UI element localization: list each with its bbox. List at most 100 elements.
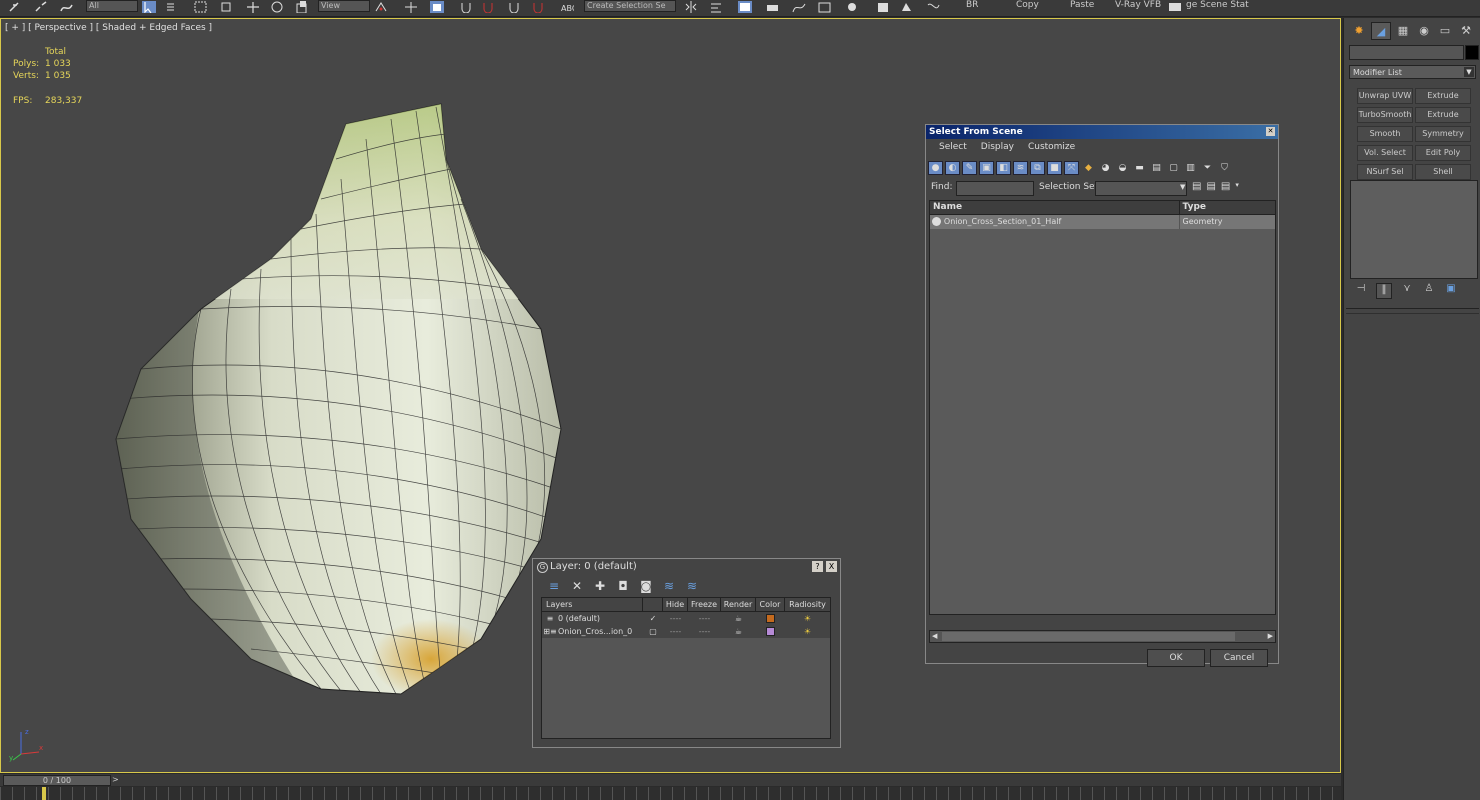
- render-production-icon[interactable]: [926, 1, 940, 13]
- freeze-toggle[interactable]: ----: [688, 625, 721, 638]
- modifier-button-shell[interactable]: Shell: [1415, 164, 1471, 180]
- select-manipulate-icon[interactable]: [404, 1, 418, 13]
- utilities-tab-icon[interactable]: ⚒: [1457, 22, 1475, 38]
- snap-toggle-icon[interactable]: [460, 1, 474, 13]
- menu-display[interactable]: Display: [981, 139, 1014, 156]
- display-spacewarps-icon[interactable]: ≋: [1013, 161, 1028, 175]
- scene-stats-button[interactable]: ge Scene Stat: [1186, 0, 1249, 11]
- display-tab-icon[interactable]: ▭: [1436, 22, 1454, 38]
- selection-set-dropdown-icon[interactable]: ▼: [1180, 181, 1188, 194]
- configure-sets-icon[interactable]: ▣: [1444, 283, 1458, 297]
- column-freeze[interactable]: Freeze: [688, 598, 721, 611]
- column-render[interactable]: Render: [721, 598, 756, 611]
- current-layer-check-icon[interactable]: ✓: [643, 612, 663, 625]
- layer-expand-icon[interactable]: ⊞≡: [542, 625, 558, 638]
- display-all-icon[interactable]: ▬: [1132, 161, 1147, 175]
- filter-icon[interactable]: ⏷: [1200, 161, 1215, 175]
- display-geometry-icon[interactable]: ●: [928, 161, 943, 175]
- select-in-layer-icon[interactable]: ◘: [616, 579, 630, 593]
- layer-row[interactable]: ⊞≡ Onion_Cros...ion_0 ▢ ---- ---- ☕ ☀: [542, 625, 830, 638]
- remove-modifier-icon[interactable]: ♙: [1422, 283, 1436, 297]
- motion-tab-icon[interactable]: ◉: [1415, 22, 1433, 38]
- display-groups-icon[interactable]: ⧉: [1030, 161, 1045, 175]
- object-color-swatch[interactable]: [1465, 45, 1479, 60]
- remove-from-set-icon[interactable]: ▤: [1221, 181, 1230, 192]
- render-setup-icon[interactable]: [876, 1, 890, 13]
- layer-dialog-title-bar[interactable]: G Layer: 0 (default) ? X: [533, 559, 840, 575]
- display-xrefs-icon[interactable]: ■: [1047, 161, 1062, 175]
- modifier-stack[interactable]: [1350, 180, 1478, 279]
- link-icon[interactable]: [8, 1, 22, 13]
- freeze-toggle[interactable]: ----: [688, 612, 721, 625]
- modifier-button-symmetry[interactable]: Symmetry: [1415, 126, 1471, 142]
- column-color[interactable]: Color: [756, 598, 785, 611]
- menu-select[interactable]: Select: [939, 139, 967, 156]
- select-none-icon[interactable]: ▢: [1166, 161, 1181, 175]
- select-all-icon[interactable]: ▤: [1149, 161, 1164, 175]
- ok-button[interactable]: OK: [1147, 649, 1205, 667]
- spinner-snap-icon[interactable]: [532, 1, 546, 13]
- layer-manager-icon[interactable]: [738, 1, 752, 13]
- layer-color-swatch[interactable]: [756, 612, 785, 625]
- close-button[interactable]: X: [826, 561, 837, 572]
- list-item[interactable]: Onion_Cross_Section_01_Half Geometry: [930, 215, 1275, 229]
- scene-object-list[interactable]: Name Type Onion_Cross_Section_01_Half Ge…: [929, 200, 1276, 615]
- curve-editor-icon[interactable]: [792, 1, 806, 13]
- ref-coord-dropdown[interactable]: View: [318, 0, 370, 12]
- graphite-tools-icon[interactable]: [766, 1, 780, 13]
- radiosity-icon[interactable]: ☀: [785, 612, 830, 625]
- display-bones-icon[interactable]: ⤧: [1064, 161, 1079, 175]
- edit-named-selection-icon[interactable]: ABC: [560, 1, 574, 13]
- display-frozen-icon[interactable]: ◕: [1098, 161, 1113, 175]
- modifier-button-extrude[interactable]: Extrude: [1415, 88, 1471, 104]
- menu-customize[interactable]: Customize: [1028, 139, 1075, 156]
- horizontal-scrollbar[interactable]: ◀ ▶: [929, 630, 1276, 643]
- layer-color-swatch[interactable]: [756, 625, 785, 638]
- align-icon[interactable]: [710, 1, 724, 13]
- hide-toggle[interactable]: ----: [663, 625, 688, 638]
- selection-filter-dropdown[interactable]: All: [86, 0, 138, 12]
- scroll-right-icon[interactable]: ▶: [1268, 631, 1273, 642]
- find-input[interactable]: [956, 181, 1034, 196]
- rendered-frame-icon[interactable]: [900, 1, 914, 13]
- modifier-button-edit-poly[interactable]: Edit Poly: [1415, 145, 1471, 161]
- layer-row[interactable]: ≡ 0 (default) ✓ ---- ---- ☕ ☀: [542, 612, 830, 625]
- layer-table[interactable]: Layers Hide Freeze Render Color Radiosit…: [541, 597, 831, 739]
- new-selection-set-icon[interactable]: ▤: [1192, 181, 1201, 192]
- modifier-button-smooth[interactable]: Smooth: [1357, 126, 1413, 142]
- br-button[interactable]: BR: [966, 0, 978, 11]
- highlight-layer-icon[interactable]: ◙: [639, 579, 653, 593]
- modifier-list-dropdown[interactable]: Modifier List ▼: [1349, 65, 1476, 79]
- rotate-icon[interactable]: [270, 1, 284, 13]
- material-editor-icon[interactable]: [846, 1, 860, 13]
- hide-toggle[interactable]: ----: [663, 612, 688, 625]
- radiosity-icon[interactable]: ☀: [785, 625, 830, 638]
- select-object-icon[interactable]: [142, 1, 156, 13]
- modifier-button-nsurf-sel[interactable]: NSurf Sel: [1357, 164, 1413, 180]
- schematic-view-icon[interactable]: [818, 1, 832, 13]
- modifier-button-vol-select[interactable]: Vol. Select: [1357, 145, 1413, 161]
- add-to-layer-icon[interactable]: ✚: [593, 579, 607, 593]
- keyboard-shortcut-icon[interactable]: [430, 1, 444, 13]
- column-layers[interactable]: Layers: [542, 598, 643, 611]
- display-helpers-icon[interactable]: ◧: [996, 161, 1011, 175]
- create-tab-icon[interactable]: ✸: [1350, 22, 1368, 38]
- hierarchy-tab-icon[interactable]: ▦: [1394, 22, 1412, 38]
- current-layer-box-icon[interactable]: ▢: [643, 625, 663, 638]
- modifier-button-extrude-2[interactable]: Extrude: [1415, 107, 1471, 123]
- render-teapot-icon[interactable]: ☕: [721, 625, 756, 638]
- add-to-set-icon[interactable]: ▤: [1206, 181, 1215, 192]
- paste-button[interactable]: Paste: [1070, 0, 1094, 11]
- pivot-center-icon[interactable]: [374, 1, 388, 13]
- selection-set-input[interactable]: [1095, 181, 1187, 196]
- viewport-label[interactable]: [ + ] [ Perspective ] [ Shaded + Edged F…: [5, 23, 212, 33]
- move-icon[interactable]: [246, 1, 260, 13]
- column-hide[interactable]: Hide: [663, 598, 688, 611]
- track-bar[interactable]: [0, 787, 1341, 800]
- bind-spacewarp-icon[interactable]: [60, 1, 74, 13]
- show-end-result-icon[interactable]: ‖: [1376, 283, 1392, 299]
- copy-button[interactable]: Copy: [1016, 0, 1039, 11]
- current-frame-marker[interactable]: [42, 787, 46, 800]
- column-radiosity[interactable]: Radiosity: [785, 598, 830, 611]
- scrollbar-thumb[interactable]: [942, 632, 1235, 641]
